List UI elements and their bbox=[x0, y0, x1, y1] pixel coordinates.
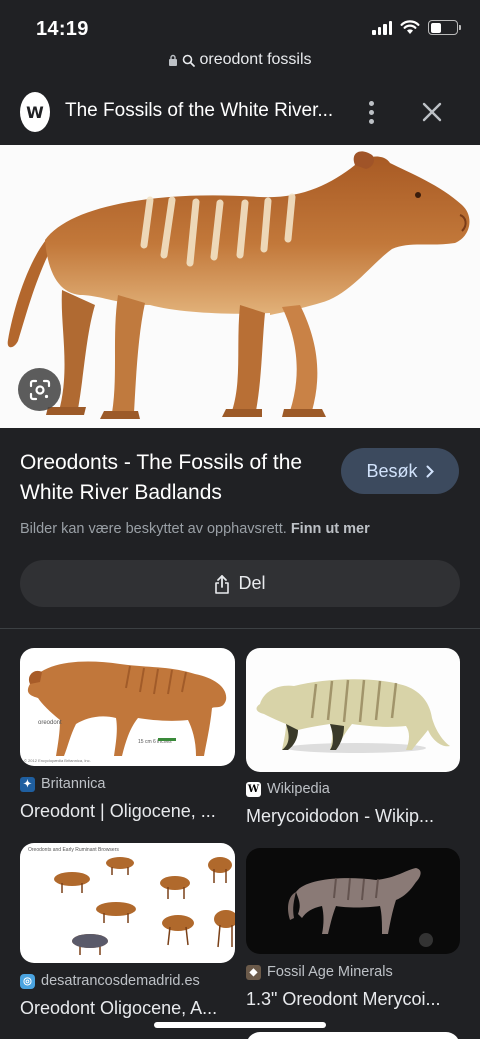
fossil-age-thumbnail bbox=[288, 868, 433, 947]
learn-more-link[interactable]: Finn ut mer bbox=[291, 521, 370, 537]
next-card-peek bbox=[246, 1032, 460, 1039]
status-icons bbox=[372, 20, 461, 35]
related-source-2[interactable]: W Wikipedia bbox=[246, 781, 330, 797]
oreodont-thumbnail: oreodont 15 cm 6 inches © 2012 Encyclopæ… bbox=[24, 661, 227, 763]
source-label: Britannica bbox=[41, 776, 106, 792]
fossil-age-favicon: ◆ bbox=[246, 964, 261, 980]
cellular-signal-icon bbox=[372, 20, 392, 35]
related-caption-1[interactable]: Oreodont | Oligocene, ... bbox=[20, 801, 235, 822]
search-icon bbox=[183, 54, 196, 67]
source-label: Fossil Age Minerals bbox=[267, 964, 393, 980]
related-caption-3[interactable]: Oreodont Oligocene, A... bbox=[20, 998, 235, 1019]
thumb-label: oreodont bbox=[38, 720, 62, 726]
related-image-1[interactable]: oreodont 15 cm 6 inches © 2012 Encyclopæ… bbox=[20, 648, 235, 766]
related-image-2[interactable] bbox=[246, 648, 460, 772]
copyright-text: Bilder kan være beskyttet av opphavsrett… bbox=[20, 521, 287, 537]
related-source-1[interactable]: ✦ Britannica bbox=[20, 776, 105, 792]
merycoidodon-thumbnail bbox=[256, 679, 450, 753]
related-source-4[interactable]: ◆ Fossil Age Minerals bbox=[246, 964, 393, 980]
divider bbox=[0, 628, 480, 629]
visit-button[interactable]: Besøk bbox=[341, 448, 459, 494]
site-logo-letter: W bbox=[26, 102, 44, 122]
thumb-heading: Oreodonts and Early Ruminant Browsers bbox=[28, 847, 119, 853]
home-indicator[interactable] bbox=[154, 1022, 326, 1028]
status-time: 14:19 bbox=[36, 18, 89, 40]
related-caption-2[interactable]: Merycoidodon - Wikip... bbox=[246, 806, 460, 827]
header-title[interactable]: The Fossils of the White River... bbox=[65, 100, 333, 122]
site-logo: W bbox=[20, 92, 50, 132]
oreodont-illustration bbox=[7, 151, 470, 419]
more-options-button[interactable] bbox=[358, 98, 384, 126]
close-icon[interactable] bbox=[418, 98, 446, 126]
source-label: Wikipedia bbox=[267, 781, 330, 797]
related-image-4[interactable] bbox=[246, 848, 460, 954]
britannica-favicon: ✦ bbox=[20, 776, 35, 792]
lock-icon bbox=[169, 54, 178, 66]
status-bar: 14:19 bbox=[0, 0, 480, 44]
battery-icon bbox=[428, 20, 461, 35]
result-title[interactable]: Oreodonts - The Fossils of the White Riv… bbox=[20, 448, 320, 508]
google-lens-button[interactable] bbox=[18, 368, 61, 411]
oreodonts-chart-thumbnail: Oreodonts and Early Ruminant Browsers bbox=[28, 847, 235, 955]
desatrancos-favicon: ◎ bbox=[20, 973, 35, 989]
more-vert-icon bbox=[368, 100, 374, 106]
url-text: oreodont fossils bbox=[199, 51, 312, 68]
share-label: Del bbox=[238, 573, 266, 593]
wifi-icon bbox=[400, 20, 420, 34]
copyright-notice: Bilder kan være beskyttet av opphavsrett… bbox=[20, 521, 370, 537]
related-source-3[interactable]: ◎ desatrancosdemadrid.es bbox=[20, 973, 200, 989]
image-viewer-header: W The Fossils of the White River... bbox=[0, 80, 480, 144]
thumb-credit: © 2012 Encyclopædia Britannica, Inc. bbox=[24, 758, 91, 763]
share-button[interactable]: Del bbox=[20, 560, 460, 607]
wikipedia-favicon: W bbox=[246, 781, 261, 797]
share-icon bbox=[215, 574, 230, 594]
main-image[interactable] bbox=[0, 145, 480, 428]
google-lens-icon bbox=[29, 379, 50, 400]
visit-label: Besøk bbox=[366, 460, 418, 481]
related-image-3[interactable]: Oreodonts and Early Ruminant Browsers bbox=[20, 843, 235, 963]
related-caption-4[interactable]: 1.3" Oreodont Merycoi... bbox=[246, 989, 460, 1010]
chevron-right-icon bbox=[426, 465, 434, 477]
source-label: desatrancosdemadrid.es bbox=[41, 973, 200, 989]
url-bar[interactable]: oreodont fossils bbox=[0, 44, 480, 76]
